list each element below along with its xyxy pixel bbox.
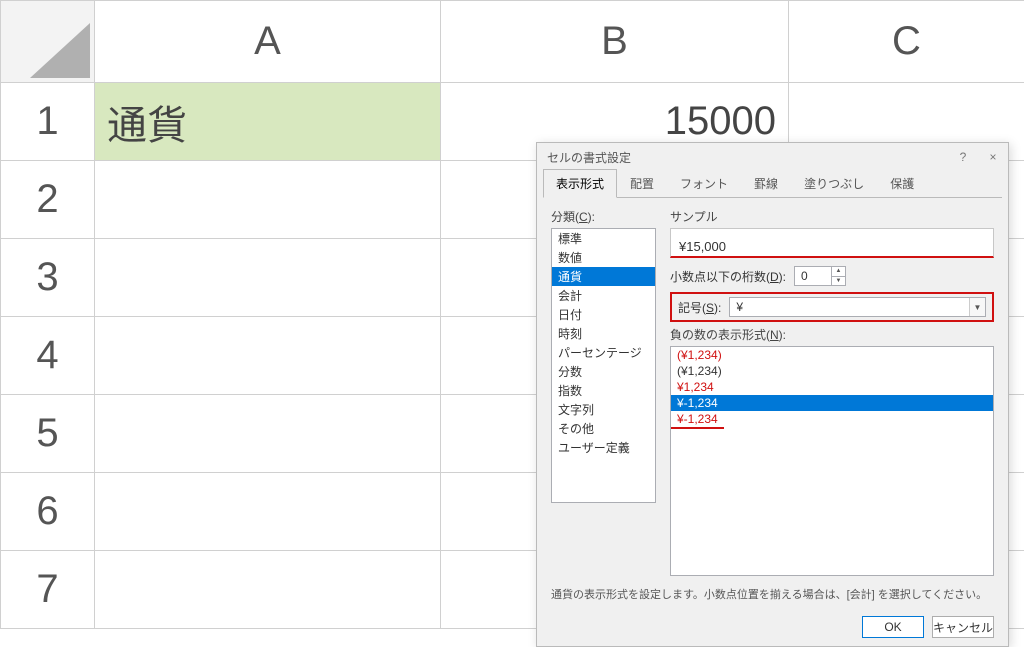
- help-icon[interactable]: ?: [948, 143, 978, 171]
- neg-item[interactable]: ¥-1,234: [671, 411, 724, 429]
- tab-border[interactable]: 罫線: [741, 169, 791, 198]
- tab-protection[interactable]: 保護: [877, 169, 927, 198]
- row-header-1[interactable]: 1: [1, 83, 95, 161]
- cell-a7[interactable]: [95, 551, 441, 629]
- neg-item[interactable]: (¥1,234): [671, 363, 993, 379]
- sample-preview: ¥15,000: [670, 228, 994, 258]
- category-item[interactable]: 会計: [552, 286, 655, 305]
- symbol-combo[interactable]: ¥ ▼: [729, 297, 986, 317]
- ok-button[interactable]: OK: [862, 616, 924, 638]
- cancel-button[interactable]: キャンセル: [932, 616, 994, 638]
- row-header-4[interactable]: 4: [1, 317, 95, 395]
- dialog-titlebar[interactable]: セルの書式設定 ? ×: [537, 143, 1008, 171]
- tab-alignment[interactable]: 配置: [617, 169, 667, 198]
- cell-a6[interactable]: [95, 473, 441, 551]
- close-icon[interactable]: ×: [978, 143, 1008, 171]
- row-header-2[interactable]: 2: [1, 161, 95, 239]
- decimals-spinner[interactable]: 0 ▲ ▼: [794, 266, 846, 286]
- category-item[interactable]: ユーザー定義: [552, 438, 655, 457]
- category-label: 分類(C):: [551, 208, 656, 225]
- format-cells-dialog: セルの書式設定 ? × 表示形式 配置 フォント 罫線 塗りつぶし 保護 分類(…: [536, 142, 1009, 647]
- row-header-6[interactable]: 6: [1, 473, 95, 551]
- cell-a1[interactable]: 通貨: [95, 83, 441, 161]
- symbol-label: 記号(S):: [678, 299, 721, 316]
- tab-number-format[interactable]: 表示形式: [543, 169, 617, 198]
- symbol-value: ¥: [736, 300, 743, 314]
- cell-a4[interactable]: [95, 317, 441, 395]
- sample-label: サンプル: [670, 208, 994, 225]
- row-header-3[interactable]: 3: [1, 239, 95, 317]
- decimals-value[interactable]: 0: [795, 267, 831, 285]
- row-header-7[interactable]: 7: [1, 551, 95, 629]
- category-item[interactable]: 指数: [552, 381, 655, 400]
- neg-item-selected[interactable]: ¥-1,234: [671, 395, 993, 411]
- category-item[interactable]: 時刻: [552, 324, 655, 343]
- cell-a5[interactable]: [95, 395, 441, 473]
- cell-a2[interactable]: [95, 161, 441, 239]
- negative-label: 負の数の表示形式(N):: [670, 326, 994, 343]
- category-item[interactable]: 標準: [552, 229, 655, 248]
- category-item[interactable]: 文字列: [552, 400, 655, 419]
- tab-font[interactable]: フォント: [667, 169, 741, 198]
- neg-item[interactable]: (¥1,234): [671, 347, 993, 363]
- category-item[interactable]: 日付: [552, 305, 655, 324]
- hint-text: 通貨の表示形式を設定します。小数点位置を揃える場合は、[会計] を選択してくださ…: [537, 582, 1008, 608]
- row-header-5[interactable]: 5: [1, 395, 95, 473]
- category-item[interactable]: 数値: [552, 248, 655, 267]
- select-all-corner[interactable]: [1, 1, 95, 83]
- category-item[interactable]: その他: [552, 419, 655, 438]
- negative-format-list[interactable]: (¥1,234) (¥1,234) ¥1,234 ¥-1,234 ¥-1,234: [670, 346, 994, 576]
- dialog-title: セルの書式設定: [547, 149, 948, 166]
- spinner-up-icon[interactable]: ▲: [832, 267, 845, 277]
- category-list[interactable]: 標準 数値 通貨 会計 日付 時刻 パーセンテージ 分数 指数 文字列 その他 …: [551, 228, 656, 503]
- chevron-down-icon[interactable]: ▼: [969, 298, 985, 316]
- tab-fill[interactable]: 塗りつぶし: [791, 169, 877, 198]
- col-header-a[interactable]: A: [95, 1, 441, 83]
- cell-a3[interactable]: [95, 239, 441, 317]
- col-header-c[interactable]: C: [789, 1, 1024, 83]
- category-item-currency[interactable]: 通貨: [552, 267, 655, 286]
- tabs: 表示形式 配置 フォント 罫線 塗りつぶし 保護: [537, 171, 1008, 197]
- category-item[interactable]: パーセンテージ: [552, 343, 655, 362]
- col-header-b[interactable]: B: [441, 1, 789, 83]
- category-item[interactable]: 分数: [552, 362, 655, 381]
- spinner-down-icon[interactable]: ▼: [832, 277, 845, 286]
- neg-item[interactable]: ¥1,234: [671, 379, 993, 395]
- decimals-label: 小数点以下の桁数(D):: [670, 268, 786, 285]
